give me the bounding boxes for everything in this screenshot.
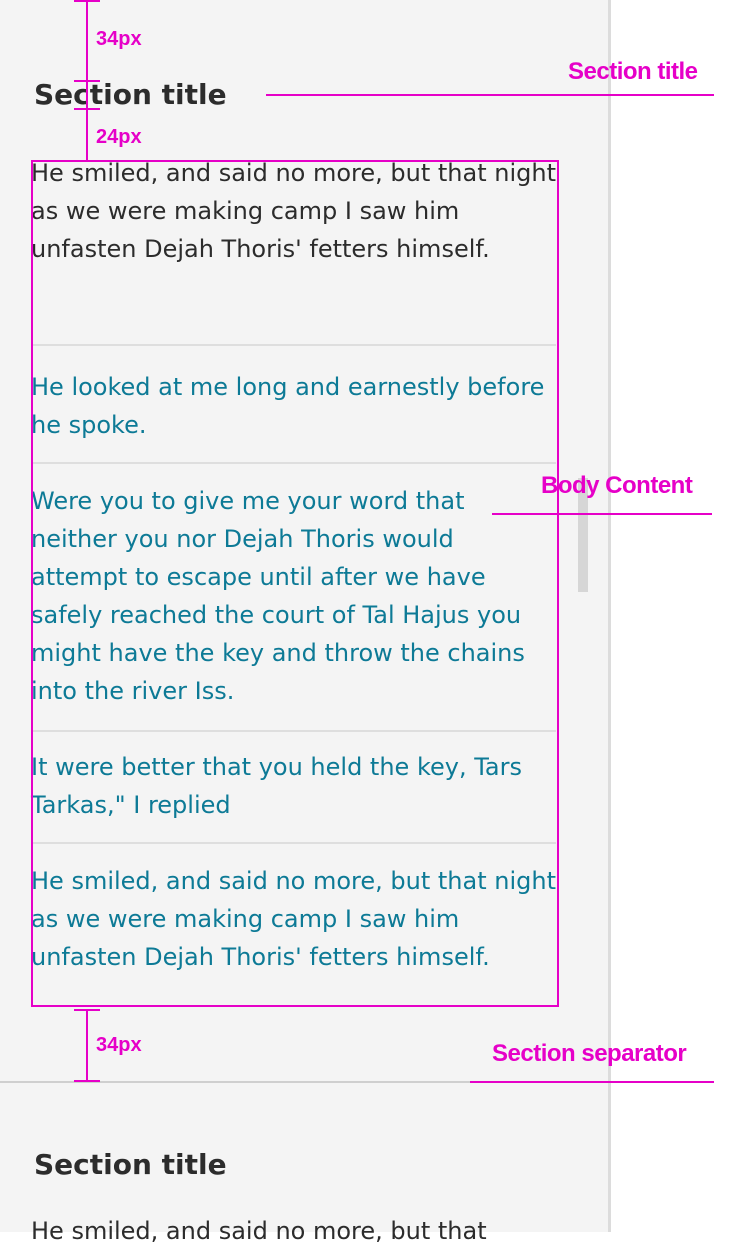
callout-section-title: Section title xyxy=(568,58,698,85)
measure-tick xyxy=(74,1080,100,1082)
measure-label-top: 34px xyxy=(96,28,142,50)
measure-tick xyxy=(74,1009,100,1011)
body-content-outline xyxy=(31,160,559,1007)
measure-tick xyxy=(74,108,100,110)
measure-line xyxy=(86,82,88,160)
measure-tick xyxy=(74,0,100,2)
section-2-partial-text: He smiled, and said no more, but that xyxy=(31,1217,487,1245)
callout-section-separator: Section separator xyxy=(492,1040,687,1067)
callout-line xyxy=(266,94,714,96)
measure-label-title-gap: 24px xyxy=(96,126,142,148)
measure-line xyxy=(86,0,88,80)
section-title-2: Section title xyxy=(34,1148,227,1181)
callout-body-content: Body Content xyxy=(541,472,693,499)
callout-line xyxy=(492,513,712,515)
measure-line xyxy=(86,1009,88,1081)
callout-line xyxy=(470,1081,714,1083)
section-title: Section title xyxy=(34,78,227,111)
measure-label-bottom: 34px xyxy=(96,1034,142,1056)
